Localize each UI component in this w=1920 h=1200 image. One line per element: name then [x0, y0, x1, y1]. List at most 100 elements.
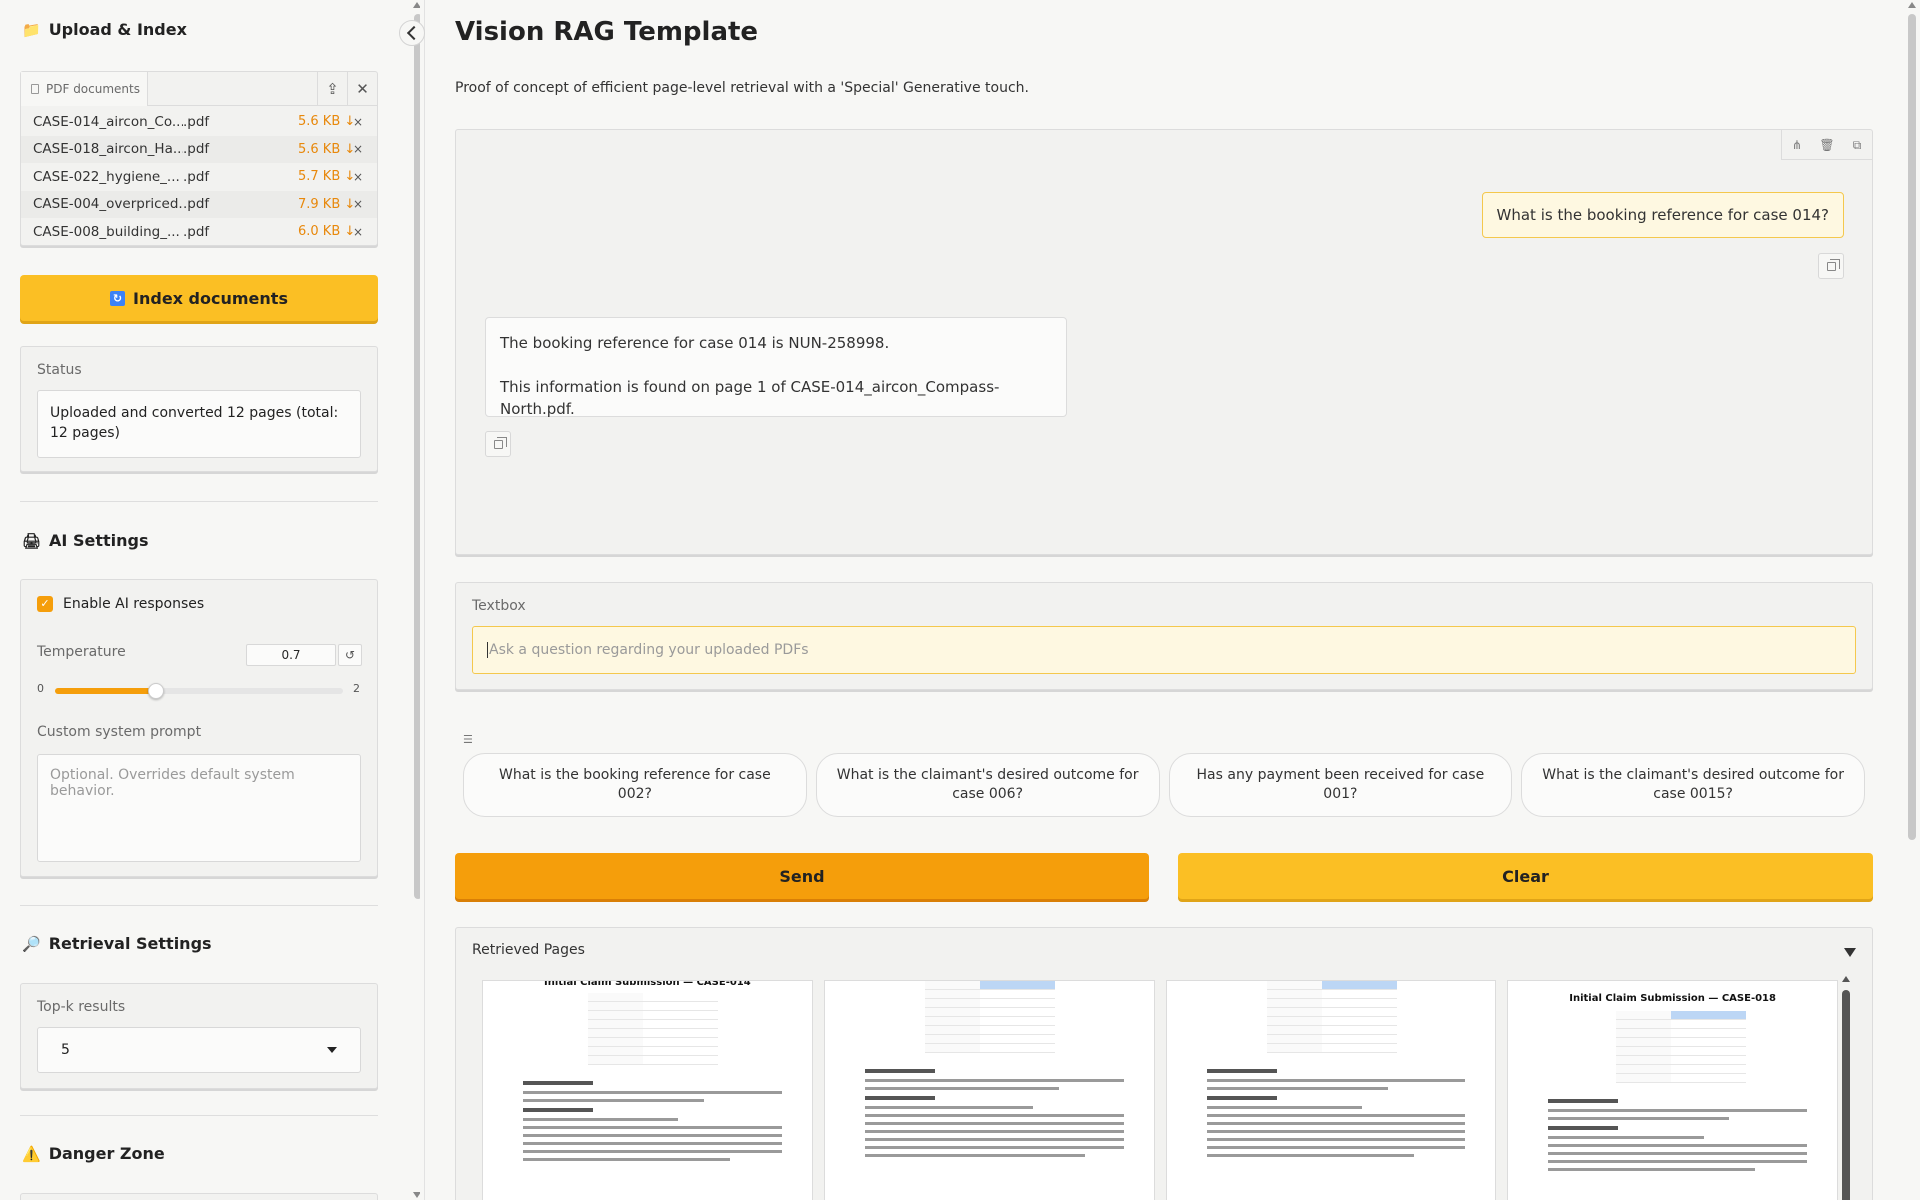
file-row[interactable]: CASE-022_hygiene_... .pdf 5.7 KB ↓ ×	[21, 163, 377, 191]
file-size-download-link[interactable]: 7.9 KB ↓	[298, 197, 358, 212]
printer-icon: 🖨	[22, 531, 42, 550]
copy-user-message-button[interactable]	[1818, 253, 1844, 279]
divider	[20, 501, 378, 502]
collapse-sidebar-button[interactable]	[399, 20, 425, 46]
list-icon: ☰	[463, 733, 473, 746]
page-thumbnail-table	[924, 981, 1055, 1053]
divider	[20, 1115, 378, 1116]
index-documents-button[interactable]: ↻ Index documents	[20, 275, 378, 321]
remove-file-button[interactable]: ×	[353, 197, 363, 211]
file-name: CASE-018_aircon_Ha...	[33, 141, 183, 158]
remove-file-button[interactable]: ×	[353, 170, 363, 184]
file-extension: .pdf	[183, 168, 210, 185]
retrieved-page-thumbnail[interactable]: Initial Claim Submission — CASE-014	[482, 980, 813, 1200]
share-button[interactable]: ⋔	[1782, 130, 1812, 160]
remove-file-button[interactable]: ×	[353, 115, 363, 129]
enable-ai-label: Enable AI responses	[63, 596, 205, 612]
file-row[interactable]: CASE-004_overpriced.... .pdf 7.9 KB ↓ ×	[21, 190, 377, 218]
upload-icon: ⇪	[326, 80, 339, 98]
chevron-down-icon	[327, 1047, 337, 1053]
custom-prompt-textarea[interactable]: Optional. Overrides default system behav…	[37, 754, 361, 862]
textbox-label: Textbox	[472, 598, 526, 614]
file-row[interactable]: CASE-018_aircon_Ha... .pdf 5.6 KB ↓ ×	[21, 135, 377, 163]
scroll-down-arrow[interactable]	[413, 1192, 420, 1198]
example-question-button[interactable]: Has any payment been received for case 0…	[1168, 753, 1513, 817]
page-title: Vision RAG Template	[455, 17, 759, 47]
status-card: Status Uploaded and converted 12 pages (…	[20, 346, 378, 472]
page-thumbnail-title: Initial Claim Submission — CASE-018	[1569, 993, 1776, 1004]
text-cursor	[487, 642, 488, 658]
remove-file-button[interactable]: ×	[353, 225, 363, 239]
topk-label: Top-k results	[37, 999, 126, 1015]
temperature-input[interactable]: 0.7	[246, 644, 336, 666]
user-message: What is the booking reference for case 0…	[1481, 192, 1844, 238]
file-row[interactable]: CASE-008_building_... .pdf 6.0 KB ↓ ×	[21, 218, 377, 246]
danger-zone-title: Danger Zone	[48, 1144, 165, 1163]
temperature-slider-handle[interactable]	[147, 683, 164, 699]
file-name: CASE-014_aircon_Co...	[33, 113, 183, 130]
copy-bot-message-button[interactable]	[485, 431, 511, 457]
page-thumbnail-table	[1266, 981, 1397, 1053]
retrieved-pages-scrollbar[interactable]	[1841, 976, 1851, 1200]
file-size-download-link[interactable]: 6.0 KB ↓	[298, 224, 358, 239]
remove-file-button[interactable]: ×	[353, 142, 363, 156]
copy-chat-button[interactable]: ⧉	[1842, 130, 1872, 160]
chevron-left-icon	[406, 25, 422, 41]
retrieved-page-thumbnail[interactable]	[1165, 980, 1497, 1200]
share-icon: ⋔	[1791, 138, 1803, 152]
file-extension: .pdf	[183, 223, 210, 240]
copy-icon	[493, 436, 507, 449]
page-thumbnail-table	[1616, 1011, 1747, 1083]
file-size-download-link[interactable]: 5.6 KB ↓	[298, 142, 358, 157]
retrieved-page-thumbnail[interactable]	[823, 980, 1155, 1200]
scroll-up-arrow[interactable]	[413, 2, 420, 8]
trash-icon: 🗑	[1819, 138, 1835, 152]
sidebar-scrollbar[interactable]	[412, 0, 420, 1200]
example-questions: What is the booking reference for case 0…	[463, 753, 1865, 817]
topk-dropdown[interactable]: 5	[37, 1027, 361, 1073]
delete-chat-button[interactable]: 🗑	[1812, 130, 1842, 160]
upload-button[interactable]: ⇪	[317, 72, 347, 106]
example-question-button[interactable]: What is the claimant's desired outcome f…	[815, 753, 1160, 817]
clear-button[interactable]: Clear	[1178, 853, 1873, 899]
page-scroll-thumb[interactable]	[1908, 14, 1916, 840]
file-size-download-link[interactable]: 5.6 KB ↓	[298, 114, 358, 129]
retrieved-pages-panel: Retrieved Pages Initial Claim Submission…	[455, 927, 1873, 1200]
clear-files-button[interactable]: ✕	[347, 72, 377, 106]
temperature-reset-button[interactable]: ↺	[338, 644, 362, 666]
file-row[interactable]: CASE-014_aircon_Co... .pdf 5.6 KB ↓ ×	[21, 108, 377, 136]
file-upload-tabbar: PDF documents ⇪ ✕	[21, 72, 377, 106]
retrieved-scroll-thumb[interactable]	[1842, 990, 1850, 1200]
send-button[interactable]: Send	[455, 853, 1149, 899]
retrieval-settings-header: 🔎 Retrieval Settings	[22, 934, 212, 953]
temperature-slider-fill	[55, 688, 156, 694]
file-size-download-link[interactable]: 5.7 KB ↓	[298, 169, 358, 184]
collapse-triangle-icon[interactable]	[1844, 948, 1856, 957]
temperature-label: Temperature	[37, 644, 126, 660]
status-label: Status	[37, 362, 82, 378]
folder-icon: 📁	[22, 20, 41, 39]
retrieved-pages-label: Retrieved Pages	[472, 942, 585, 958]
sidebar: 📁 Upload & Index PDF documents ⇪ ✕ CASE-…	[0, 0, 420, 1200]
file-extension: .pdf	[183, 196, 210, 213]
enable-ai-checkbox[interactable]: ✓	[37, 596, 53, 612]
sidebar-scroll-thumb[interactable]	[414, 14, 420, 899]
example-question-button[interactable]: What is the claimant's desired outcome f…	[1521, 753, 1865, 817]
copy-icon: ⧉	[1852, 137, 1862, 152]
danger-zone-header: ⚠️ Danger Zone	[22, 1144, 165, 1163]
document-icon	[31, 84, 39, 94]
scroll-up-arrow[interactable]	[1908, 2, 1916, 8]
ai-settings-title: AI Settings	[49, 531, 149, 550]
file-name: CASE-004_overpriced....	[33, 196, 183, 213]
question-input[interactable]: Ask a question regarding your uploaded P…	[472, 626, 1856, 674]
pdf-documents-tab[interactable]: PDF documents	[21, 72, 148, 106]
scroll-up-arrow[interactable]	[1842, 976, 1850, 982]
upload-section-header: 📁 Upload & Index	[22, 20, 187, 39]
retrieved-page-thumbnail[interactable]: Initial Claim Submission — CASE-018	[1507, 980, 1838, 1200]
enable-ai-checkbox-row[interactable]: ✓ Enable AI responses	[37, 596, 204, 612]
page-scrollbar[interactable]	[1906, 0, 1918, 1200]
danger-zone-card	[20, 1193, 378, 1200]
example-question-button[interactable]: What is the booking reference for case 0…	[463, 753, 807, 817]
temperature-slider[interactable]	[55, 683, 343, 699]
sidebar-border	[424, 0, 425, 1200]
